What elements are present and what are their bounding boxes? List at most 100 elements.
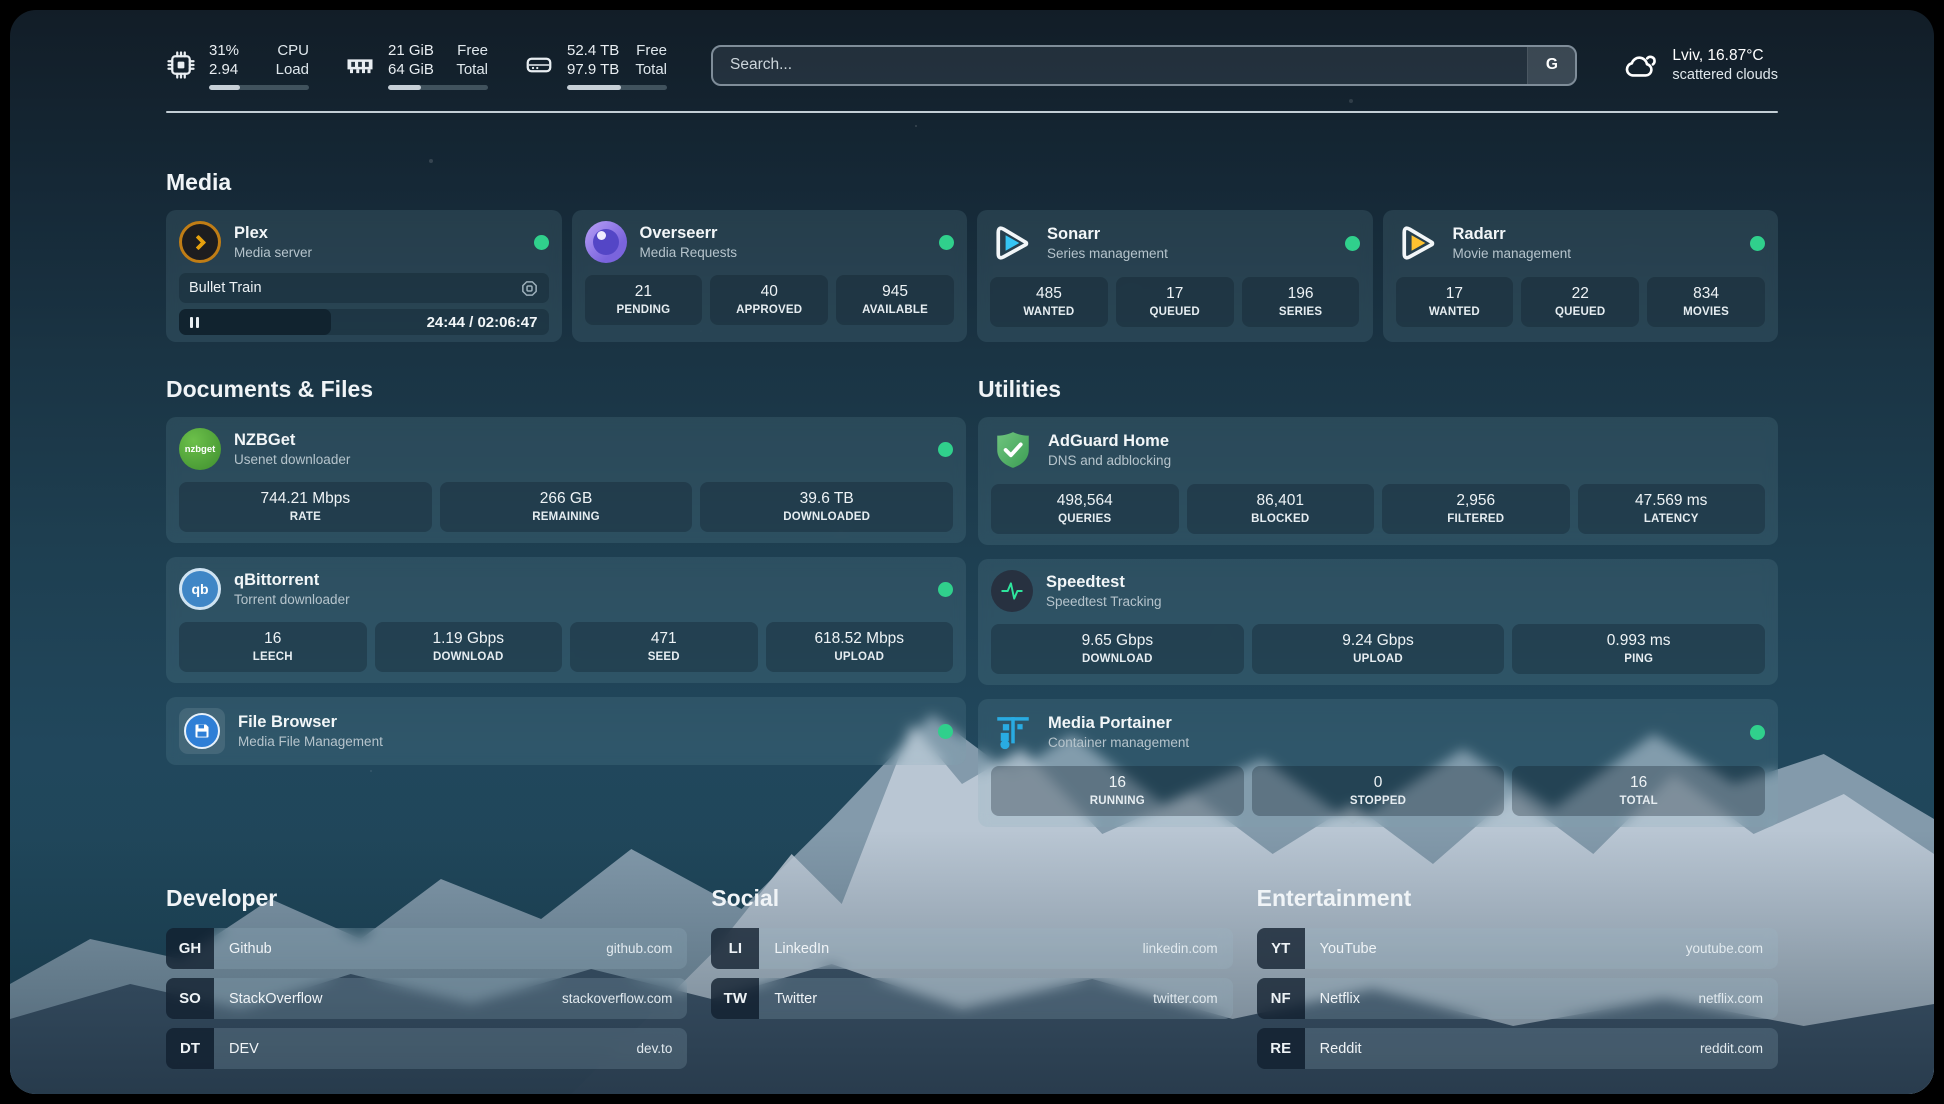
memory-progress-bar bbox=[388, 85, 488, 90]
stat-box: 196SERIES bbox=[1242, 277, 1360, 327]
bookmark-stackoverflow[interactable]: SO StackOverflowstackoverflow.com bbox=[166, 978, 687, 1019]
pause-button[interactable] bbox=[179, 309, 331, 335]
disk-icon bbox=[524, 50, 554, 80]
status-dot bbox=[1750, 725, 1765, 740]
app-name: Sonarr bbox=[1047, 225, 1168, 244]
plex-player-bar: 24:44 / 02:06:47 bbox=[179, 309, 549, 335]
bookmark-dev[interactable]: DT DEVdev.to bbox=[166, 1028, 687, 1069]
app-description: Series management bbox=[1047, 246, 1168, 261]
search-input[interactable] bbox=[713, 47, 1527, 84]
weather-widget[interactable]: Lviv, 16.87°C scattered clouds bbox=[1623, 47, 1778, 83]
status-dot bbox=[938, 724, 953, 739]
card-nzbget[interactable]: nzbget NZBGet Usenet downloader 744.21 M… bbox=[166, 417, 966, 543]
cloud-icon bbox=[1623, 49, 1659, 81]
app-description: Speedtest Tracking bbox=[1046, 594, 1162, 609]
bookmark-abbr: DT bbox=[166, 1028, 214, 1069]
stat-box: 16RUNNING bbox=[991, 766, 1244, 816]
memory-values: 21 GiB 64 GiB bbox=[388, 41, 434, 80]
bookmark-name: YouTube bbox=[1320, 941, 1377, 957]
plex-session-row: Bullet Train bbox=[179, 273, 549, 303]
card-radarr[interactable]: Radarr Movie management 17WANTED 22QUEUE… bbox=[1383, 210, 1779, 342]
bookmark-twitter[interactable]: TW Twittertwitter.com bbox=[711, 978, 1232, 1019]
app-name: Plex bbox=[234, 224, 312, 243]
bookmark-name: Github bbox=[229, 941, 272, 957]
card-adguard[interactable]: AdGuard Home DNS and adblocking 498,564Q… bbox=[978, 417, 1778, 545]
section-title-documents: Documents & Files bbox=[166, 376, 966, 403]
qbittorrent-icon: qb bbox=[179, 568, 221, 610]
search-bar[interactable]: G bbox=[711, 45, 1577, 86]
bookmark-url: reddit.com bbox=[1700, 1041, 1763, 1056]
search-provider-button[interactable]: G bbox=[1527, 47, 1575, 84]
bookmark-url: dev.to bbox=[637, 1041, 673, 1056]
developer-section: Developer GH Githubgithub.com SO StackOv… bbox=[166, 885, 687, 1069]
card-speedtest[interactable]: Speedtest Speedtest Tracking 9.65 GbpsDO… bbox=[978, 559, 1778, 685]
bookmark-url: netflix.com bbox=[1698, 991, 1763, 1006]
stat-box: 47.569 msLATENCY bbox=[1578, 484, 1766, 534]
app-name: Radarr bbox=[1453, 225, 1572, 244]
card-portainer[interactable]: Media Portainer Container management 16R… bbox=[978, 699, 1778, 827]
stat-box: 40APPROVED bbox=[710, 275, 828, 325]
status-dot bbox=[1750, 236, 1765, 251]
stat-box: 9.65 GbpsDOWNLOAD bbox=[991, 624, 1244, 674]
card-sonarr[interactable]: Sonarr Series management 485WANTED 17QUE… bbox=[977, 210, 1373, 342]
disk-labels: Free Total bbox=[635, 41, 667, 80]
documents-section: Documents & Files nzbget NZBGet Usenet d… bbox=[166, 376, 966, 765]
stat-box: 86,401BLOCKED bbox=[1187, 484, 1375, 534]
app-name: AdGuard Home bbox=[1048, 432, 1171, 451]
utilities-section: Utilities AdGuard Home DNS and bbox=[978, 376, 1778, 827]
app-description: Media File Management bbox=[238, 734, 383, 749]
stat-box: 2,956FILTERED bbox=[1382, 484, 1570, 534]
stat-box: 945AVAILABLE bbox=[836, 275, 954, 325]
stat-box: 744.21 MbpsRATE bbox=[179, 482, 432, 532]
status-dot bbox=[1345, 236, 1360, 251]
stat-box: 21PENDING bbox=[585, 275, 703, 325]
bookmark-abbr: GH bbox=[166, 928, 214, 969]
section-title-developer: Developer bbox=[166, 885, 687, 912]
stat-box: 485WANTED bbox=[990, 277, 1108, 327]
section-title-media: Media bbox=[166, 169, 1778, 196]
bookmark-reddit[interactable]: RE Reddit reddit.com bbox=[1257, 1028, 1778, 1069]
card-plex[interactable]: Plex Media server Bullet Train bbox=[166, 210, 562, 342]
status-dot bbox=[938, 582, 953, 597]
memory-monitor: 21 GiB 64 GiB Free Total bbox=[345, 41, 488, 90]
stat-box: 17WANTED bbox=[1396, 277, 1514, 327]
cpu-values: 31% 2.94 bbox=[209, 41, 239, 80]
app-name: File Browser bbox=[238, 713, 383, 732]
bookmark-abbr: TW bbox=[711, 978, 759, 1019]
bookmark-abbr: NF bbox=[1257, 978, 1305, 1019]
bookmark-youtube[interactable]: YT YouTubeyoutube.com bbox=[1257, 928, 1778, 969]
bookmark-github[interactable]: GH Githubgithub.com bbox=[166, 928, 687, 969]
speedtest-icon bbox=[991, 570, 1033, 612]
portainer-icon bbox=[991, 710, 1035, 754]
playback-time: 24:44 / 02:06:47 bbox=[427, 314, 549, 331]
app-name: qBittorrent bbox=[234, 571, 350, 590]
bookmark-url: linkedin.com bbox=[1143, 941, 1218, 956]
entertainment-section: Entertainment YT YouTubeyoutube.com NF N… bbox=[1257, 885, 1778, 1069]
bookmark-abbr: LI bbox=[711, 928, 759, 969]
app-description: DNS and adblocking bbox=[1048, 453, 1171, 468]
app-name: Overseerr bbox=[640, 224, 738, 243]
memory-icon bbox=[345, 50, 375, 80]
cpu-monitor: 31% 2.94 CPU Load bbox=[166, 41, 309, 90]
plex-icon bbox=[179, 221, 221, 263]
now-playing-title: Bullet Train bbox=[189, 280, 262, 296]
weather-condition: scattered clouds bbox=[1672, 67, 1778, 83]
bookmark-netflix[interactable]: NF Netflixnetflix.com bbox=[1257, 978, 1778, 1019]
bookmark-linkedin[interactable]: LI LinkedInlinkedin.com bbox=[711, 928, 1232, 969]
bookmark-name: StackOverflow bbox=[229, 991, 322, 1007]
card-filebrowser[interactable]: File Browser Media File Management bbox=[166, 697, 966, 765]
status-dot bbox=[534, 235, 549, 250]
stat-box: 834MOVIES bbox=[1647, 277, 1765, 327]
card-overseerr[interactable]: Overseerr Media Requests 21PENDING 40APP… bbox=[572, 210, 968, 342]
disk-progress-bar bbox=[567, 85, 667, 90]
cpu-progress-bar bbox=[209, 85, 309, 90]
dashboard-window: 31% 2.94 CPU Load bbox=[10, 10, 1934, 1094]
bookmark-abbr: RE bbox=[1257, 1028, 1305, 1069]
section-title-entertainment: Entertainment bbox=[1257, 885, 1778, 912]
stat-box: 1.19 GbpsDOWNLOAD bbox=[375, 622, 563, 672]
session-info-icon[interactable] bbox=[520, 279, 539, 298]
card-qbittorrent[interactable]: qb qBittorrent Torrent downloader 16LEEC… bbox=[166, 557, 966, 683]
bookmark-url: youtube.com bbox=[1686, 941, 1763, 956]
status-dot bbox=[939, 235, 954, 250]
bookmark-name: Reddit bbox=[1320, 1041, 1362, 1057]
